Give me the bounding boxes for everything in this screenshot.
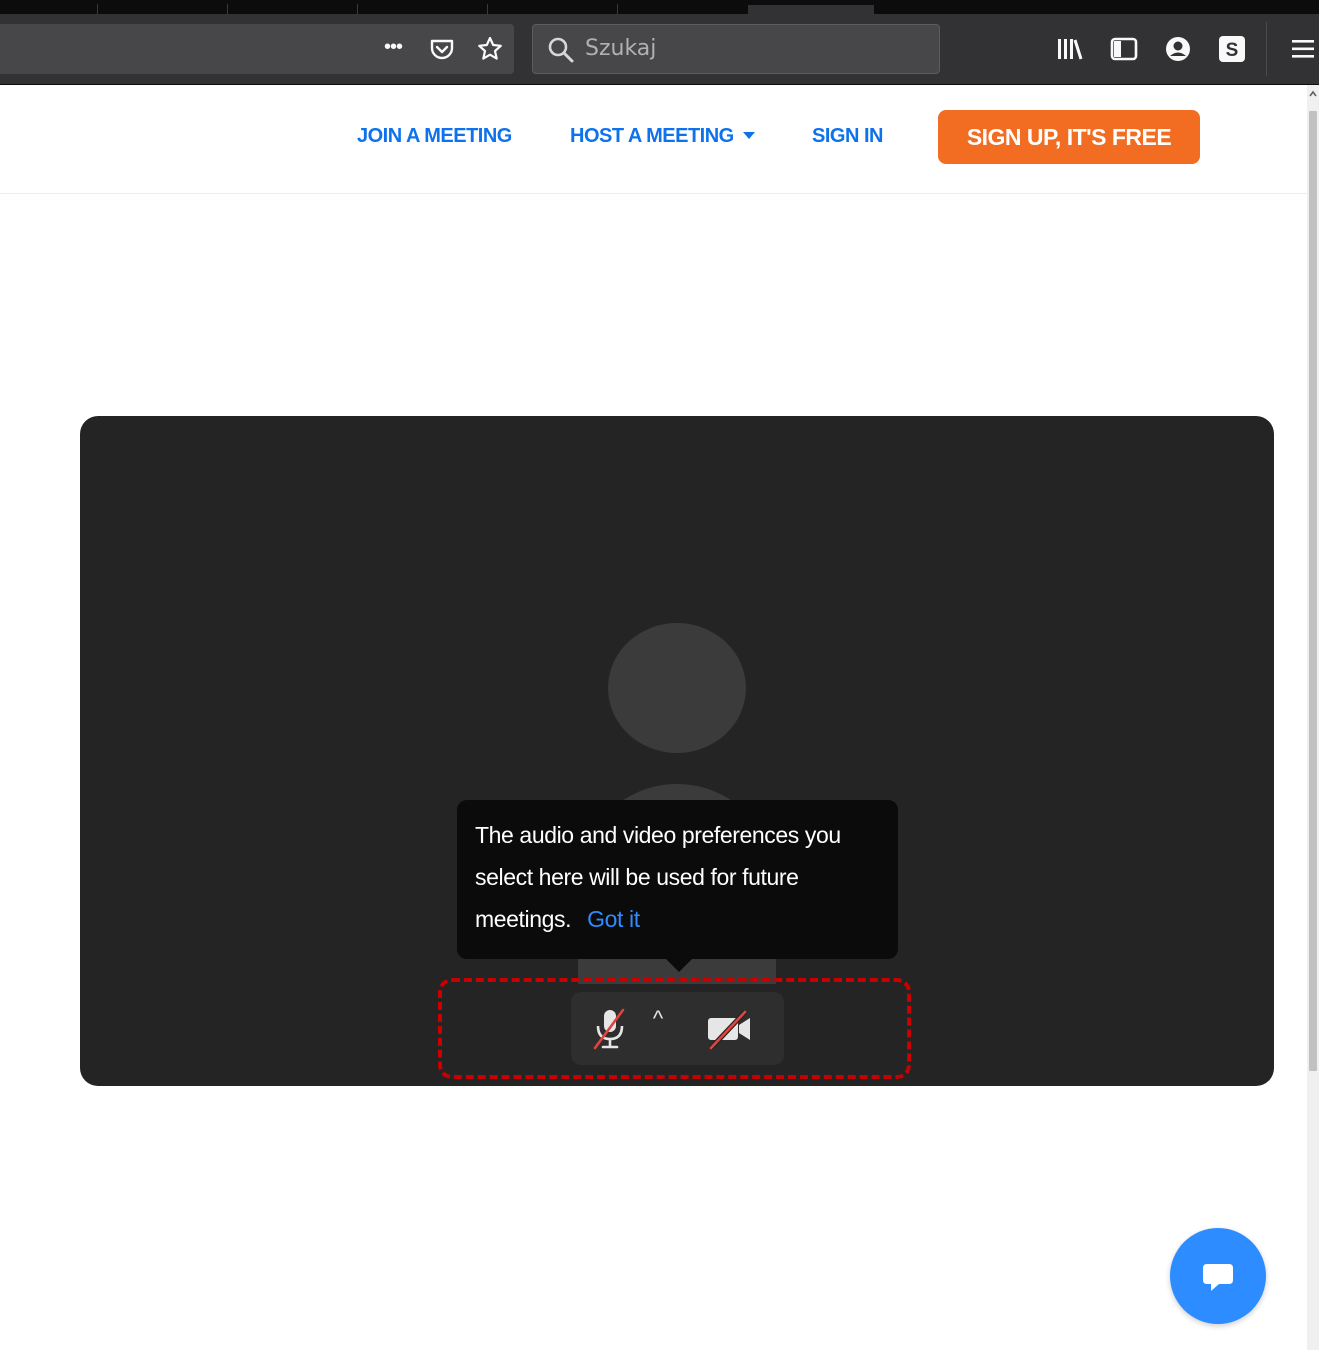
pocket-icon[interactable] bbox=[428, 35, 456, 63]
browser-toolbar: ••• Szukaj S bbox=[0, 14, 1319, 85]
hamburger-menu-icon[interactable] bbox=[1288, 34, 1318, 64]
tab-separator bbox=[617, 4, 618, 14]
tooltip-text: The audio and video preferences you sele… bbox=[475, 822, 841, 932]
join-meeting-link[interactable]: JOIN A MEETING bbox=[357, 125, 512, 148]
page-content: JOIN A MEETING HOST A MEETING SIGN IN SI… bbox=[0, 85, 1307, 1350]
tooltip-arrow bbox=[665, 958, 693, 972]
tab-separator bbox=[97, 4, 98, 14]
search-icon bbox=[548, 37, 574, 63]
search-bar[interactable]: Szukaj bbox=[532, 24, 940, 74]
sign-in-link[interactable]: SIGN IN bbox=[812, 125, 883, 148]
caret-down-icon bbox=[742, 132, 755, 139]
library-icon[interactable] bbox=[1055, 34, 1085, 64]
url-bar[interactable]: ••• bbox=[0, 24, 514, 74]
audio-options-arrow[interactable]: ^ bbox=[645, 1004, 671, 1031]
preferences-tooltip: The audio and video preferences you sele… bbox=[457, 800, 898, 959]
bookmark-star-icon[interactable] bbox=[476, 35, 504, 63]
site-header: JOIN A MEETING HOST A MEETING SIGN IN SI… bbox=[0, 85, 1307, 194]
sidebar-icon[interactable] bbox=[1109, 34, 1139, 64]
host-meeting-dropdown[interactable]: HOST A MEETING bbox=[570, 125, 755, 148]
avatar-head bbox=[608, 623, 746, 753]
av-controls: ^ bbox=[571, 992, 784, 1065]
svg-text:S: S bbox=[1226, 40, 1239, 61]
got-it-link[interactable]: Got it bbox=[587, 906, 640, 932]
host-meeting-label: HOST A MEETING bbox=[570, 125, 734, 147]
camera-off-icon[interactable] bbox=[703, 1006, 755, 1052]
tab-separator bbox=[357, 4, 358, 14]
tab-separator bbox=[227, 4, 228, 14]
browser-tab-active[interactable] bbox=[748, 5, 874, 14]
scroll-up-arrow-icon[interactable] bbox=[1309, 89, 1317, 101]
page-scrollbar[interactable] bbox=[1307, 85, 1319, 1350]
chat-bubble-icon bbox=[1203, 1264, 1233, 1291]
browser-tab-strip bbox=[0, 0, 1319, 14]
mic-muted-icon[interactable] bbox=[587, 1006, 635, 1052]
search-placeholder: Szukaj bbox=[585, 36, 657, 61]
chat-support-button[interactable] bbox=[1170, 1228, 1266, 1324]
tab-separator bbox=[487, 4, 488, 14]
extension-s-icon[interactable]: S bbox=[1217, 34, 1247, 64]
account-icon[interactable] bbox=[1163, 34, 1193, 64]
page-actions-icon[interactable]: ••• bbox=[378, 24, 408, 74]
sign-up-button[interactable]: SIGN UP, IT'S FREE bbox=[938, 110, 1200, 164]
scrollbar-thumb[interactable] bbox=[1309, 111, 1317, 1071]
toolbar-divider bbox=[1266, 22, 1267, 76]
